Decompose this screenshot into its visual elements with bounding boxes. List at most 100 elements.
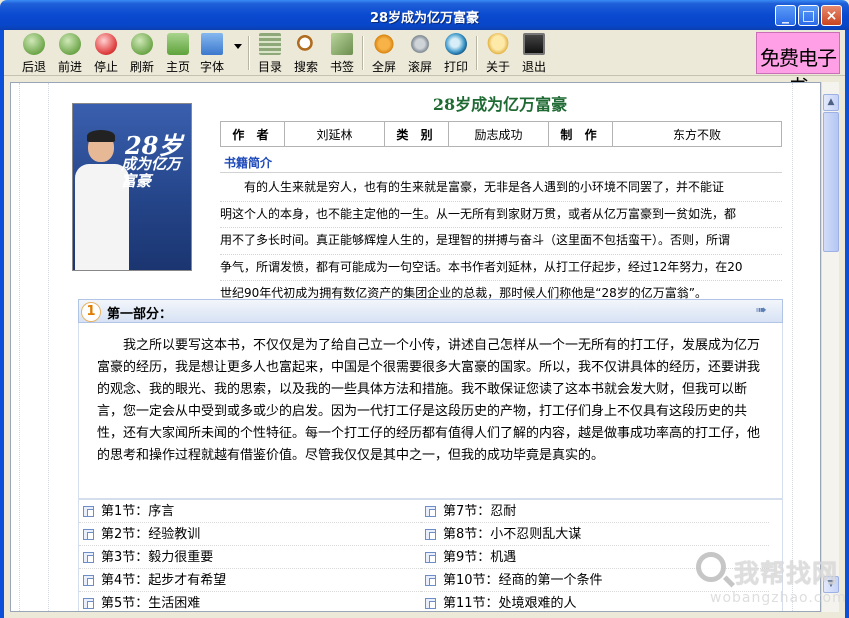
page-icon (425, 529, 436, 540)
chapter-link[interactable]: 第7节：忍耐 (421, 500, 769, 523)
close-button[interactable]: × (821, 5, 842, 26)
catalog-button[interactable]: 目录 (254, 33, 286, 74)
page-icon (425, 575, 436, 586)
scroll-up-button[interactable]: ▲ (823, 94, 839, 111)
window-frame-right (845, 30, 849, 618)
home-button[interactable]: 主页 (162, 33, 194, 74)
autoscroll-button[interactable]: 滚屏 (404, 33, 436, 74)
back-arrow-icon (23, 33, 45, 55)
window-title: 28岁成为亿万富豪 (369, 11, 480, 26)
autoscroll-icon (409, 33, 431, 55)
chapter-label: 第10节：经商的第一个条件 (443, 573, 603, 588)
chapter-label: 第5节：生活困难 (101, 596, 201, 611)
intro-heading: 书籍简介 (220, 153, 782, 173)
toolbar-separator (362, 36, 364, 70)
part-title: 第一部分： (107, 307, 173, 322)
bookmark-icon (331, 33, 353, 55)
maker-value: 东方不败 (612, 121, 782, 147)
back-label: 后退 (21, 60, 46, 74)
autoscroll-label: 滚屏 (407, 60, 432, 74)
cover-portrait (75, 130, 129, 270)
window-frame-left (0, 30, 4, 618)
font-dropdown-arrow-icon[interactable] (234, 44, 242, 49)
part-arrow-icon: ➠ (756, 303, 767, 318)
page-icon (425, 552, 436, 563)
about-button[interactable]: 关于 (482, 33, 514, 74)
watermark-text: 我帮找网 (734, 559, 839, 588)
chapter-link[interactable]: 第5节：生活困难 (79, 592, 421, 611)
maximize-button[interactable]: □ (798, 5, 819, 26)
page-guide-line (48, 83, 49, 611)
about-icon (487, 33, 509, 55)
font-icon (201, 33, 223, 55)
font-label: 字体 (199, 60, 224, 74)
bookmark-label: 书签 (329, 60, 354, 74)
forward-label: 前进 (57, 60, 82, 74)
maker-label: 制 作 (548, 121, 613, 147)
close-icon: × (825, 8, 838, 24)
chapter-list: 第1节：序言 第2节：经验教训 第3节：毅力很重要 第4节：起步才有希望 第5节… (78, 499, 783, 611)
toolbar-separator (248, 36, 250, 70)
stop-icon (95, 33, 117, 55)
magnifier-icon (696, 552, 726, 582)
chapter-label: 第3节：毅力很重要 (101, 550, 214, 565)
refresh-label: 刷新 (129, 60, 154, 74)
chapter-label: 第4节：起步才有希望 (101, 573, 227, 588)
stop-label: 停止 (93, 60, 118, 74)
intro-line: 争气，所谓发愤，都有可能成为一句空话。本书作者刘延林，从打工仔起步，经过12年努… (220, 255, 782, 281)
exit-icon (523, 33, 545, 55)
exit-label: 退出 (521, 60, 546, 74)
stop-button[interactable]: 停止 (90, 33, 122, 74)
category-label: 类 别 (384, 121, 449, 147)
page-icon (83, 529, 94, 540)
fullscreen-icon (373, 33, 395, 55)
chapter-link[interactable]: 第1节：序言 (79, 500, 421, 523)
about-label: 关于 (485, 60, 510, 74)
bookmark-button[interactable]: 书签 (326, 33, 358, 74)
print-icon (445, 33, 467, 55)
print-label: 打印 (443, 60, 468, 74)
vertical-scrollbar[interactable]: ▲ ▼ (821, 82, 839, 612)
back-button[interactable]: 后退 (18, 33, 50, 74)
font-button[interactable]: 字体 (196, 33, 228, 74)
chapter-label: 第1节：序言 (101, 504, 175, 519)
toolbar: 后退 前进 停止 刷新 主页 字体 目录 搜索 书签 全屏 滚屏 打印 关于 退… (4, 30, 845, 99)
page-icon (83, 506, 94, 517)
catalog-icon (259, 33, 281, 55)
refresh-icon (131, 33, 153, 55)
book-meta-table: 作 者 刘延林 类 别 励志成功 制 作 东方不败 (220, 121, 782, 147)
fullscreen-button[interactable]: 全屏 (368, 33, 400, 74)
page-guide-line (792, 83, 793, 611)
scrollbar-thumb[interactable] (823, 112, 839, 252)
catalog-label: 目录 (257, 60, 282, 74)
search-label: 搜索 (293, 60, 318, 74)
chapter-link[interactable]: 第3节：毅力很重要 (79, 546, 421, 569)
book-cover-image: 28岁 成为亿万富豪 (72, 103, 192, 271)
search-button[interactable]: 搜索 (290, 33, 322, 74)
author-label: 作 者 (220, 121, 285, 147)
intro-line: 用不了多长时间。真正能够辉煌人生的，是理智的拼搏与奋斗（这里面不包括蛮干）。否则… (220, 228, 782, 255)
book-page: 28岁 成为亿万富豪 28岁成为亿万富豪 作 者 刘延林 类 别 励志成功 制 … (19, 83, 799, 611)
part-header[interactable]: 1 第一部分： ➠ (78, 299, 783, 323)
intro-text: 有的人生来就是穷人，也有的生来就是富豪，无非是各人遇到的小环境不同罢了，并不能证… (220, 175, 782, 308)
refresh-button[interactable]: 刷新 (126, 33, 158, 74)
part-number-badge: 1 (81, 302, 101, 322)
chapter-link[interactable]: 第2节：经验教训 (79, 523, 421, 546)
chapter-link[interactable]: 第4节：起步才有希望 (79, 569, 421, 592)
chapter-link[interactable]: 第8节：小不忍则乱大谋 (421, 523, 769, 546)
cover-title: 成为亿万富豪 (121, 155, 182, 190)
maximize-icon: □ (801, 8, 816, 24)
forward-button[interactable]: 前进 (54, 33, 86, 74)
exit-button[interactable]: 退出 (518, 33, 550, 74)
page-icon (83, 598, 94, 609)
free-ebook-banner[interactable]: 免费电子书 (756, 32, 840, 99)
part-text: 我之所以要写这本书，不仅仅是为了给自己立一个小传，讲述自己怎样从一个一无所有的打… (78, 323, 783, 499)
chapter-label: 第9节：机遇 (443, 550, 517, 565)
print-button[interactable]: 打印 (440, 33, 472, 74)
chapter-label: 第11节：处境艰难的人 (443, 596, 577, 611)
page-icon (425, 506, 436, 517)
site-watermark: 我帮找网 wobangzhao.com (690, 544, 846, 616)
minimize-icon: _ (782, 8, 789, 24)
book-content-area: 28岁 成为亿万富豪 28岁成为亿万富豪 作 者 刘延林 类 别 励志成功 制 … (10, 82, 821, 612)
minimize-button[interactable]: _ (775, 5, 796, 26)
